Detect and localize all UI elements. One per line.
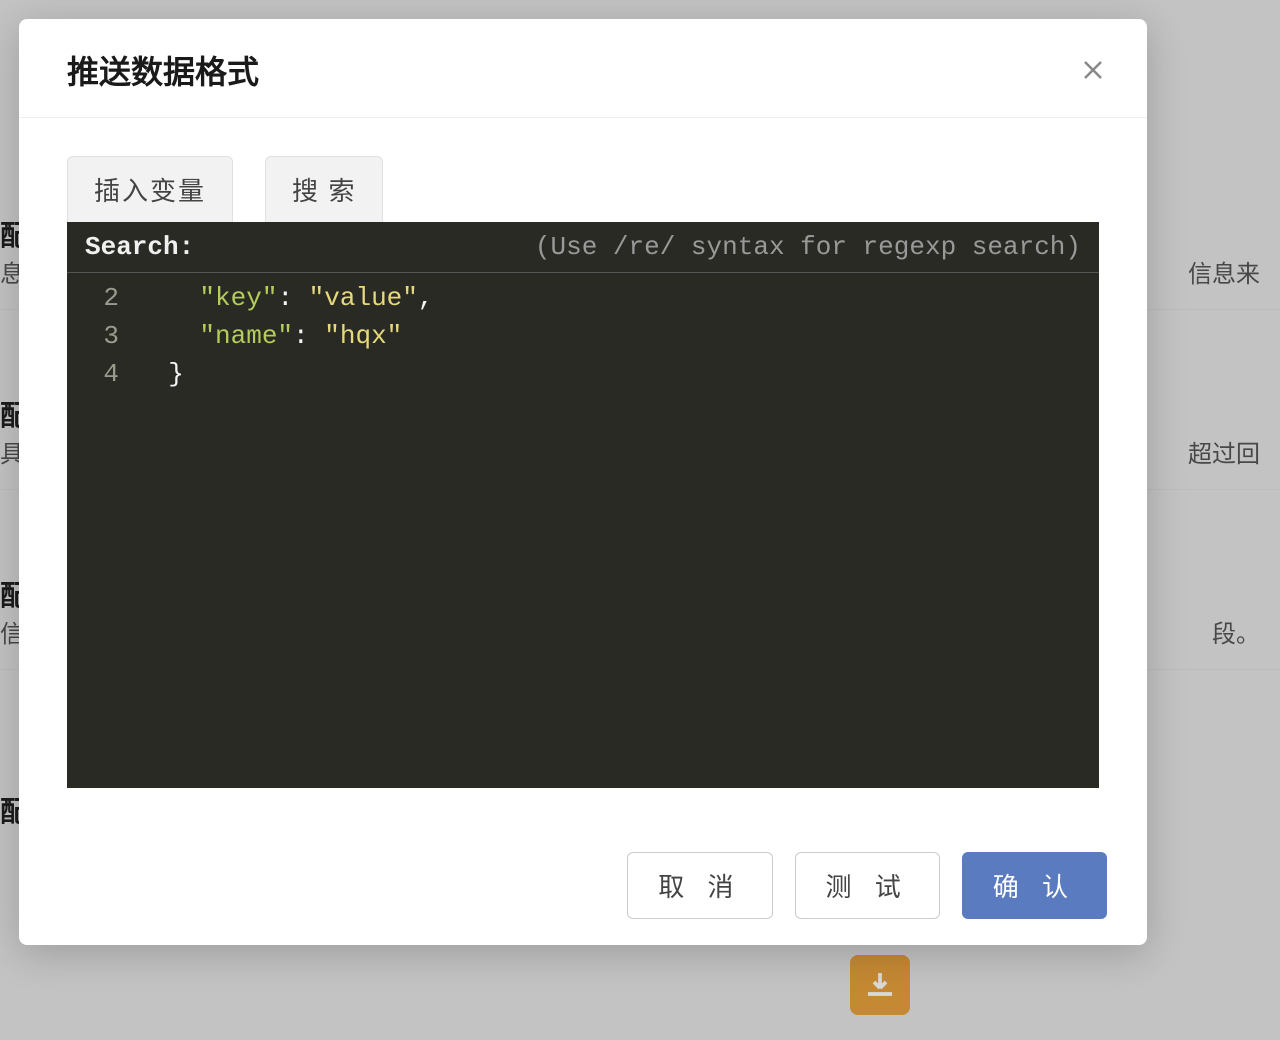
editor-search-bar: Search: (Use /re/ syntax for regexp sear…	[67, 222, 1099, 273]
close-button[interactable]	[1075, 52, 1111, 88]
confirm-button[interactable]: 确 认	[962, 852, 1107, 919]
line-gutter: 2 3 4	[67, 273, 131, 788]
modal-header: 推送数据格式	[19, 19, 1147, 118]
editor-tabs: 插入变量 搜 索	[67, 156, 1099, 222]
search-input[interactable]	[208, 232, 388, 262]
close-icon	[1082, 59, 1104, 81]
tab-insert-variable[interactable]: 插入变量	[67, 156, 233, 222]
cancel-button[interactable]: 取 消	[627, 852, 772, 919]
code-area[interactable]: 2 3 4 "key": "value", "name": "hqx" }	[67, 273, 1099, 788]
modal-body: 插入变量 搜 索 Search: (Use /re/ syntax for re…	[19, 118, 1147, 830]
push-data-format-modal: 推送数据格式 插入变量 搜 索 Search: (Use /re/ syntax…	[19, 19, 1147, 945]
modal-footer: 取 消 测 试 确 认	[19, 830, 1147, 945]
code-line: "key": "value",	[137, 279, 1099, 317]
line-number: 4	[67, 355, 119, 393]
tab-search[interactable]: 搜 索	[265, 156, 383, 222]
code-line: "name": "hqx"	[137, 317, 1099, 355]
search-label: Search:	[85, 232, 194, 262]
modal-title: 推送数据格式	[67, 47, 259, 93]
line-number: 2	[67, 279, 119, 317]
code-line: }	[137, 355, 1099, 393]
code-lines[interactable]: "key": "value", "name": "hqx" }	[131, 273, 1099, 788]
search-hint: (Use /re/ syntax for regexp search)	[535, 232, 1081, 262]
line-number: 3	[67, 317, 119, 355]
code-editor[interactable]: Search: (Use /re/ syntax for regexp sear…	[67, 222, 1099, 788]
test-button[interactable]: 测 试	[795, 852, 940, 919]
